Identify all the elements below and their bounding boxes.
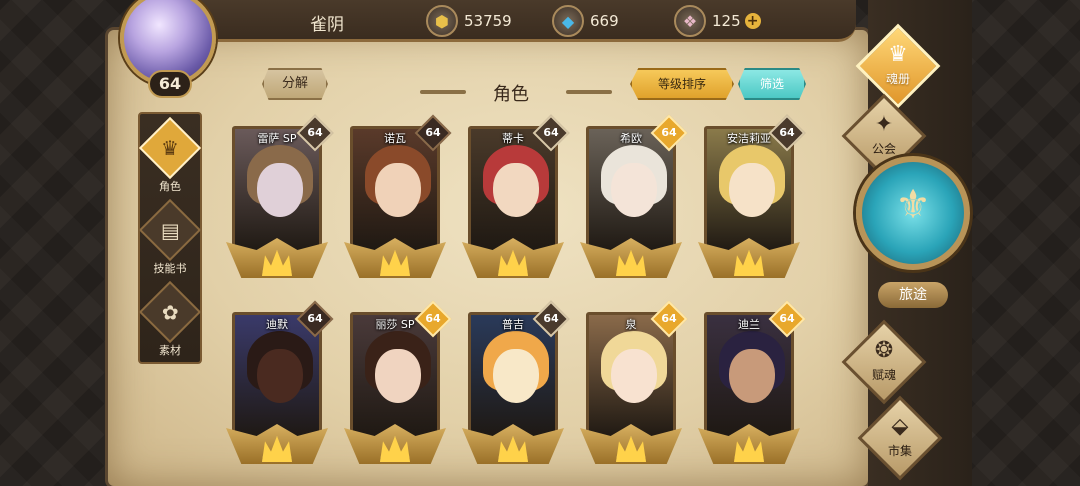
tab-skill-books[interactable]: ▤ 技能书 — [138, 198, 202, 276]
portrait-face — [493, 349, 539, 403]
character-level: 64 — [307, 312, 323, 325]
character-portrait — [707, 129, 791, 253]
decompose-button[interactable]: 分解 — [262, 68, 328, 100]
portrait-face — [611, 163, 657, 217]
character-portrait — [471, 129, 555, 253]
character-card[interactable]: 丽莎 SP 64 — [344, 300, 452, 474]
character-portrait — [589, 129, 673, 253]
portrait-face — [257, 349, 303, 403]
tab-materials[interactable]: ✿ 素材 — [138, 280, 202, 358]
character-portrait — [589, 315, 673, 439]
resource-crystal[interactable]: ◆ 669 — [552, 4, 619, 38]
tab-characters[interactable]: ♛ 角色 — [138, 116, 202, 194]
character-card[interactable]: 迪兰 64 — [698, 300, 806, 474]
market-button[interactable]: ⬙ 市集 — [856, 394, 944, 482]
crystal-amount: 669 — [590, 12, 619, 30]
portrait-face — [375, 163, 421, 217]
character-level: 64 — [543, 126, 559, 139]
character-card[interactable]: 安洁莉亚 64 — [698, 114, 806, 288]
character-level: 64 — [779, 126, 795, 139]
character-portrait — [353, 129, 437, 253]
character-level: 64 — [779, 312, 795, 325]
market-icon: ⬙ — [891, 414, 909, 439]
soul-infuse-icon: ❂ — [874, 338, 894, 363]
character-card[interactable]: 普吉 64 — [462, 300, 570, 474]
blue-crystal-icon: ◆ — [552, 5, 584, 37]
player-avatar-frame[interactable]: 64 — [112, 0, 222, 100]
character-card[interactable]: 诺瓦 64 — [344, 114, 452, 288]
character-portrait — [471, 315, 555, 439]
tab-label: 角色 — [159, 180, 181, 193]
character-level: 64 — [543, 312, 559, 325]
character-level: 64 — [661, 312, 677, 325]
gold-coin-icon: ⬢ — [426, 5, 458, 37]
portrait-face — [375, 349, 421, 403]
portrait-face — [729, 163, 775, 217]
menu-label: 赋魂 — [871, 368, 896, 382]
page-title: 角色 — [493, 84, 529, 105]
resource-gold[interactable]: ⬢ 53759 — [426, 4, 512, 38]
character-card[interactable]: 希欧 64 — [580, 114, 688, 288]
level-sort-button[interactable]: 等级排序 — [630, 68, 734, 100]
portrait-face — [493, 163, 539, 217]
pink-gem-icon: ❖ — [674, 5, 706, 37]
soul-infuse-button[interactable]: ❂ 赋魂 — [840, 318, 928, 406]
journey-button[interactable]: ⚜ 旅途 — [856, 156, 972, 308]
journey-emblem-icon: ⚜ — [895, 182, 931, 228]
player-name: 雀阴 — [310, 15, 344, 35]
portrait-face — [257, 163, 303, 217]
gold-amount: 53759 — [464, 12, 512, 30]
title-ornament-left — [420, 90, 466, 94]
character-level: 64 — [661, 126, 677, 139]
character-card[interactable]: 雷萨 SP 64 — [226, 114, 334, 288]
character-card[interactable]: 迪默 64 — [226, 300, 334, 474]
filter-button[interactable]: 筛选 — [738, 68, 806, 100]
character-level: 64 — [425, 312, 441, 325]
menu-label: 市集 — [887, 444, 912, 458]
menu-label: 公会 — [871, 142, 896, 156]
resource-gem[interactable]: ❖ 125 + — [674, 4, 761, 38]
character-crown-icon: ♛ — [138, 116, 202, 180]
character-portrait — [235, 315, 319, 439]
tab-label: 素材 — [159, 344, 181, 357]
portrait-face — [729, 349, 775, 403]
skill-book-icon: ▤ — [138, 198, 202, 262]
character-level: 64 — [425, 126, 441, 139]
menu-label: 魂册 — [885, 72, 910, 86]
character-level: 64 — [307, 126, 323, 139]
left-tab-column: ♛ 角色 ▤ 技能书 ✿ 素材 — [138, 112, 202, 364]
character-card[interactable]: 泉 64 — [580, 300, 688, 474]
gem-amount: 125 — [712, 12, 741, 30]
add-gem-button[interactable]: + — [744, 13, 761, 29]
character-portrait — [235, 129, 319, 253]
title-ornament-right — [566, 90, 612, 94]
character-card[interactable]: 蒂卡 64 — [462, 114, 570, 288]
character-portrait — [353, 315, 437, 439]
journey-label: 旅途 — [878, 282, 948, 308]
tab-label: 技能书 — [153, 262, 187, 275]
character-portrait — [707, 315, 791, 439]
soul-album-icon: ♛ — [888, 42, 908, 67]
portrait-face — [611, 349, 657, 403]
guild-icon: ✦ — [874, 112, 894, 137]
materials-icon: ✿ — [138, 280, 202, 344]
player-level-badge: 64 — [148, 70, 192, 98]
